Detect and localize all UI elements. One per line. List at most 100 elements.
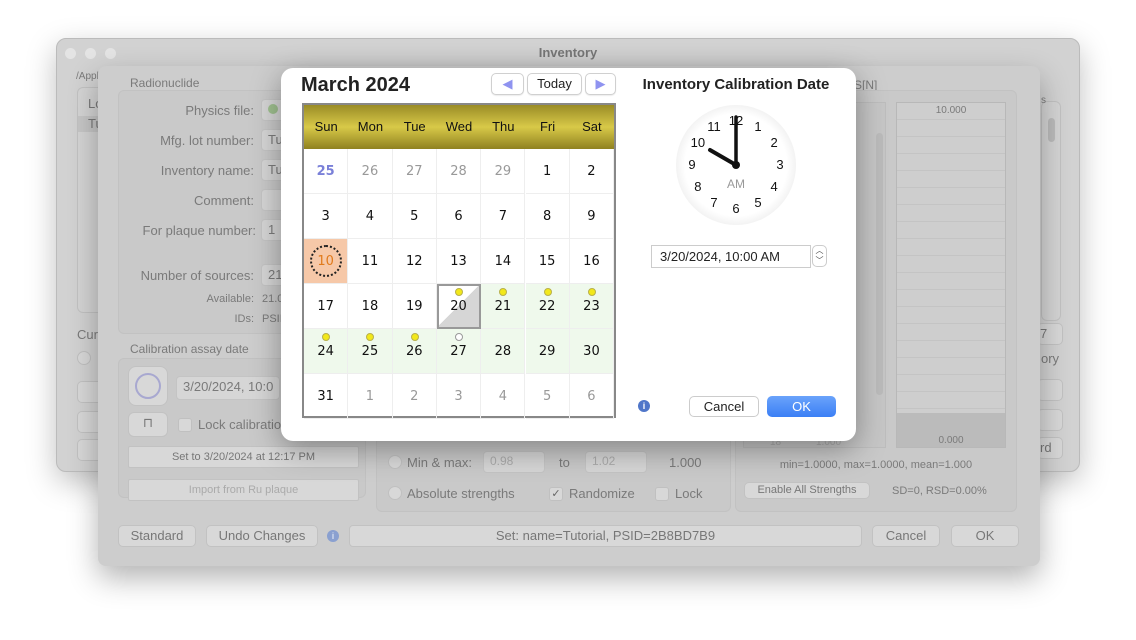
current-radio[interactable] — [77, 351, 91, 365]
calendar-day[interactable]: 25 — [304, 149, 349, 194]
info-icon[interactable]: i — [638, 400, 650, 412]
calendar-day[interactable]: 26 — [392, 329, 437, 374]
max-field[interactable]: 1.02 — [585, 451, 647, 473]
right-button-3[interactable]: rd — [1037, 437, 1063, 459]
calendar-day[interactable]: 19 — [392, 284, 437, 329]
calendar-clock-button[interactable] — [128, 366, 168, 406]
calendar-day[interactable]: 29 — [481, 149, 526, 194]
calendar-day[interactable]: 5 — [392, 194, 437, 239]
calendar-day[interactable]: 3 — [436, 374, 482, 419]
bar-max-label: 10.000 — [935, 105, 967, 116]
calendar-day[interactable]: 7 — [481, 194, 526, 239]
calendar-day-number: 14 — [494, 254, 512, 269]
event-dot-icon — [454, 333, 463, 341]
standard-button[interactable]: Standard — [118, 525, 196, 547]
calendar-day[interactable]: 21 — [481, 284, 526, 329]
calendar-day[interactable]: 5 — [525, 374, 570, 419]
calendar-day[interactable]: 13 — [436, 239, 482, 284]
calendar-day[interactable]: 10 — [304, 239, 349, 284]
sheet-ok-button[interactable]: OK — [951, 525, 1019, 547]
calendar-day[interactable]: 26 — [348, 149, 393, 194]
right-label: ory — [1041, 351, 1060, 366]
path-label: /Appl — [76, 71, 99, 82]
import-ru-plaque-button[interactable]: Import from Ru plaque — [128, 479, 359, 501]
to-label: to — [559, 455, 570, 470]
calendar-day[interactable]: 20 — [436, 284, 482, 329]
calendar-day[interactable]: 2 — [569, 149, 615, 194]
absolute-strengths-radio[interactable] — [388, 486, 402, 500]
calendar-day[interactable]: 18 — [348, 284, 393, 329]
unlock-button[interactable]: ⊓ — [128, 412, 168, 437]
calendar-day[interactable]: 8 — [525, 194, 570, 239]
right-list-scrollbar[interactable] — [1048, 118, 1055, 142]
calendar-grid[interactable]: Sun Mon Tue Wed Thu Fri Sat 25 26 27 28 29 1 2 3 4 5 6 7 8… — [302, 103, 616, 419]
undo-changes-button[interactable]: Undo Changes — [206, 525, 318, 547]
calendar-day[interactable]: 9 — [569, 194, 615, 239]
right-button-1[interactable] — [1037, 379, 1063, 401]
calendar-day[interactable]: 28 — [481, 329, 526, 374]
strength-bar-chart: 10.000 0.000 — [896, 102, 1006, 448]
lock-strengths-checkbox[interactable] — [655, 487, 669, 501]
calibration-date-field[interactable]: 3/20/2024, 10:0 — [176, 376, 280, 400]
calendar-day[interactable]: 17 — [304, 284, 349, 329]
calendar-day[interactable]: 4 — [481, 374, 526, 419]
calendar-day[interactable]: 1 — [348, 374, 393, 419]
calendar-day[interactable]: 24 — [304, 329, 349, 374]
cancel-button[interactable]: Cancel — [689, 396, 759, 417]
chevron-up-icon[interactable]: ︿ — [813, 246, 826, 256]
event-dot-icon — [543, 288, 552, 296]
calendar-day[interactable]: 11 — [348, 239, 393, 284]
calendar-day[interactable]: 28 — [436, 149, 482, 194]
calendar-day[interactable]: 15 — [525, 239, 570, 284]
min-field[interactable]: 0.98 — [483, 451, 545, 473]
right-field[interactable]: 7 — [1037, 323, 1063, 345]
sheet-cancel-button[interactable]: Cancel — [872, 525, 940, 547]
analog-clock[interactable]: 111098765432112 AM — [676, 105, 796, 225]
inventory-name-label: Inventory name: — [160, 163, 254, 178]
chevron-down-icon[interactable]: ﹀ — [813, 256, 826, 266]
calendar-day[interactable]: 30 — [569, 329, 615, 374]
enable-all-strengths-button[interactable]: Enable All Strengths — [744, 482, 870, 499]
datetime-stepper[interactable]: ︿ ﹀ — [812, 245, 827, 267]
calendar-day-number: 25 — [316, 164, 335, 179]
status-field: Set: name=Tutorial, PSID=2B8BD7B9 — [349, 525, 862, 547]
next-month-button[interactable]: ▶ — [585, 73, 616, 95]
calendar-day-number: 24 — [317, 344, 334, 359]
weekday-mon: Mon — [357, 119, 384, 134]
event-dot-icon — [322, 333, 330, 341]
calendar-day[interactable]: 1 — [525, 149, 570, 194]
calendar-day[interactable]: 3 — [304, 194, 349, 239]
calendar-day[interactable]: 29 — [525, 329, 570, 374]
today-button[interactable]: Today — [527, 73, 582, 95]
calendar-day[interactable]: 4 — [348, 194, 393, 239]
calendar-day[interactable]: 16 — [569, 239, 615, 284]
calendar-day[interactable]: 14 — [481, 239, 526, 284]
comment-label: Comment: — [194, 193, 254, 208]
calendar-day[interactable]: 6 — [569, 374, 615, 419]
weekday-sun: Sun — [314, 119, 338, 134]
min-max-radio[interactable] — [388, 455, 402, 469]
calendar-day[interactable]: 25 — [348, 329, 393, 374]
calendar-day[interactable]: 23 — [569, 284, 615, 329]
min-max-label: Min & max: — [407, 455, 473, 470]
calendar-day[interactable]: 31 — [304, 374, 349, 419]
lock-calibration-checkbox[interactable] — [178, 418, 192, 432]
right-list[interactable] — [1041, 101, 1061, 321]
datetime-field[interactable]: 3/20/2024, 10:00 AM — [651, 245, 811, 268]
info-icon[interactable]: i — [327, 530, 339, 542]
previous-month-button[interactable]: ◀ — [491, 73, 524, 95]
calendar-day[interactable]: 27 — [392, 149, 437, 194]
set-to-now-button[interactable]: Set to 3/20/2024 at 12:17 PM — [128, 446, 359, 468]
lock-strengths-label: Lock — [675, 486, 703, 501]
right-button-2[interactable] — [1037, 409, 1063, 431]
randomize-checkbox[interactable]: ✓ — [549, 487, 563, 501]
lock-open-icon: ⊓ — [142, 415, 154, 430]
calendar-day[interactable]: 22 — [525, 284, 570, 329]
calendar-day[interactable]: 6 — [436, 194, 482, 239]
strengths-table-scrollbar[interactable] — [876, 133, 883, 395]
calendar-day-number: 6 — [587, 389, 596, 404]
ok-button[interactable]: OK — [767, 396, 836, 417]
calendar-day[interactable]: 2 — [392, 374, 437, 419]
calendar-day[interactable]: 12 — [392, 239, 437, 284]
calendar-day[interactable]: 27 — [436, 329, 482, 374]
